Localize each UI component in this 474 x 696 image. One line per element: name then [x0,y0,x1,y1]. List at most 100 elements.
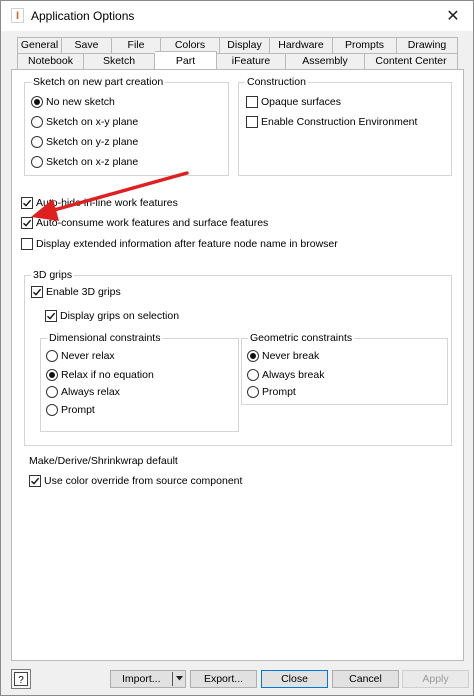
import-button[interactable]: Import... [110,670,186,688]
app-icon: I [11,8,24,23]
chevron-down-icon [176,676,183,681]
checkbox-checked[interactable] [21,197,33,209]
radio-label: Sketch on y-z plane [46,136,139,148]
construction-group: Construction Opaque surfaces Enable Cons… [238,76,452,176]
make-derive-title: Make/Derive/Shrinkwrap default [29,455,178,467]
checkbox[interactable] [246,96,258,108]
radio-sketch-xz[interactable]: Sketch on x-z plane [31,155,138,169]
export-button[interactable]: Export... [190,670,257,688]
radio-button[interactable] [46,386,58,398]
grips-group: 3D grips Enable 3D grips Display grips o… [24,269,452,446]
tab-notebook[interactable]: Notebook [17,53,84,69]
radio-label: Always break [262,369,325,381]
grips-group-title: 3D grips [31,269,75,281]
checkmark-icon [23,219,32,227]
radio-label: Always relax [61,386,120,398]
checkbox-enable-construction-environment[interactable]: Enable Construction Environment [246,115,417,129]
sketch-group-title: Sketch on new part creation [31,76,166,88]
radio-always-break[interactable]: Always break [247,368,324,382]
checkmark-icon [23,199,32,207]
radio-button-selected[interactable] [31,96,43,108]
checkbox-enable-3d-grips[interactable]: Enable 3D grips [31,285,121,299]
radio-button[interactable] [31,156,43,168]
tab-general[interactable]: General [17,37,62,53]
checkbox-use-color-override[interactable]: Use color override from source component [29,474,242,488]
radio-label: Sketch on x-z plane [46,156,139,168]
checkbox-display-grips-on-selection[interactable]: Display grips on selection [45,309,179,323]
checkbox-auto-hide-work-features[interactable]: Auto-hide in-line work features [21,196,178,210]
tab-sketch[interactable]: Sketch [84,53,155,69]
radio-never-relax[interactable]: Never relax [46,349,115,363]
dialog-button-bar: ? Import... Export... Close Cancel Apply [1,665,473,695]
close-button[interactable]: Close [261,670,328,688]
radio-button[interactable] [46,350,58,362]
dimensional-constraints-group: Dimensional constraints Never relax Rela… [40,332,239,432]
title-bar[interactable]: I Application Options ✕ [1,1,473,31]
radio-button[interactable] [247,369,259,381]
checkbox-opaque-surfaces[interactable]: Opaque surfaces [246,95,341,109]
checkbox-checked[interactable] [31,286,43,298]
geometric-constraints-group: Geometric constraints Never break Always… [241,332,448,405]
radio-button[interactable] [247,386,259,398]
tab-ifeature[interactable]: iFeature [217,53,286,69]
radio-relax-if-no-equation[interactable]: Relax if no equation [46,368,154,382]
checkmark-icon [31,477,40,485]
radio-label: Prompt [262,386,296,398]
help-glyph: ? [18,675,24,686]
tab-prompts[interactable]: Prompts [333,37,397,53]
apply-button[interactable]: Apply [402,670,469,688]
radio-button[interactable] [31,116,43,128]
tab-save[interactable]: Save [62,37,112,53]
radio-label: Never relax [61,350,115,362]
checkbox-display-extended-information[interactable]: Display extended information after featu… [21,237,338,251]
checkbox-checked[interactable] [45,310,57,322]
checkbox-label: Opaque surfaces [261,96,341,108]
checkbox[interactable] [246,116,258,128]
radio-sketch-yz[interactable]: Sketch on y-z plane [31,135,138,149]
tab-part[interactable]: Part [155,51,217,69]
tab-content-center[interactable]: Content Center [365,53,458,69]
checkbox-checked[interactable] [21,217,33,229]
radio-no-new-sketch[interactable]: No new sketch [31,95,115,109]
close-icon[interactable]: ✕ [443,6,463,26]
checkmark-icon [33,288,42,296]
application-options-dialog: I Application Options ✕ General Save Fil… [0,0,474,696]
checkbox-label: Display extended information after featu… [36,238,338,250]
tab-row-1: General Save File Colors Display Hardwar… [17,37,458,53]
geometric-constraints-title: Geometric constraints [248,332,355,344]
radio-label: Never break [262,350,320,362]
checkbox-label: Display grips on selection [60,310,180,322]
dimensional-constraints-title: Dimensional constraints [47,332,163,344]
radio-prompt-geometric[interactable]: Prompt [247,385,296,399]
checkbox-label: Enable Construction Environment [261,116,418,128]
checkbox-label: Auto-consume work features and surface f… [36,217,269,229]
help-icon: ? [14,672,28,686]
tab-file[interactable]: File [112,37,161,53]
tab-display[interactable]: Display [220,37,270,53]
radio-sketch-xy[interactable]: Sketch on x-y plane [31,115,138,129]
help-button[interactable]: ? [11,669,31,689]
checkbox-auto-consume-work-features[interactable]: Auto-consume work features and surface f… [21,216,268,230]
tab-hardware[interactable]: Hardware [270,37,333,53]
checkbox-checked[interactable] [29,475,41,487]
tab-row-2: Notebook Sketch Part iFeature Assembly C… [17,51,458,69]
checkbox-label: Use color override from source component [44,475,243,487]
radio-button[interactable] [31,136,43,148]
cancel-button[interactable]: Cancel [332,670,399,688]
radio-always-relax[interactable]: Always relax [46,385,120,399]
radio-button-selected[interactable] [247,350,259,362]
radio-label: Prompt [61,404,95,416]
checkbox-label: Enable 3D grips [46,286,121,298]
window-title: Application Options [31,9,135,23]
radio-never-break[interactable]: Never break [247,349,319,363]
radio-label: No new sketch [46,96,115,108]
radio-label: Relax if no equation [61,369,154,381]
radio-button-selected[interactable] [46,369,58,381]
radio-button[interactable] [46,404,58,416]
part-tab-panel: Sketch on new part creation No new sketc… [11,69,464,661]
radio-prompt-dimensional[interactable]: Prompt [46,403,95,417]
checkmark-icon [47,312,56,320]
checkbox[interactable] [21,238,33,250]
tab-assembly[interactable]: Assembly [286,53,365,69]
tab-drawing[interactable]: Drawing [397,37,458,53]
